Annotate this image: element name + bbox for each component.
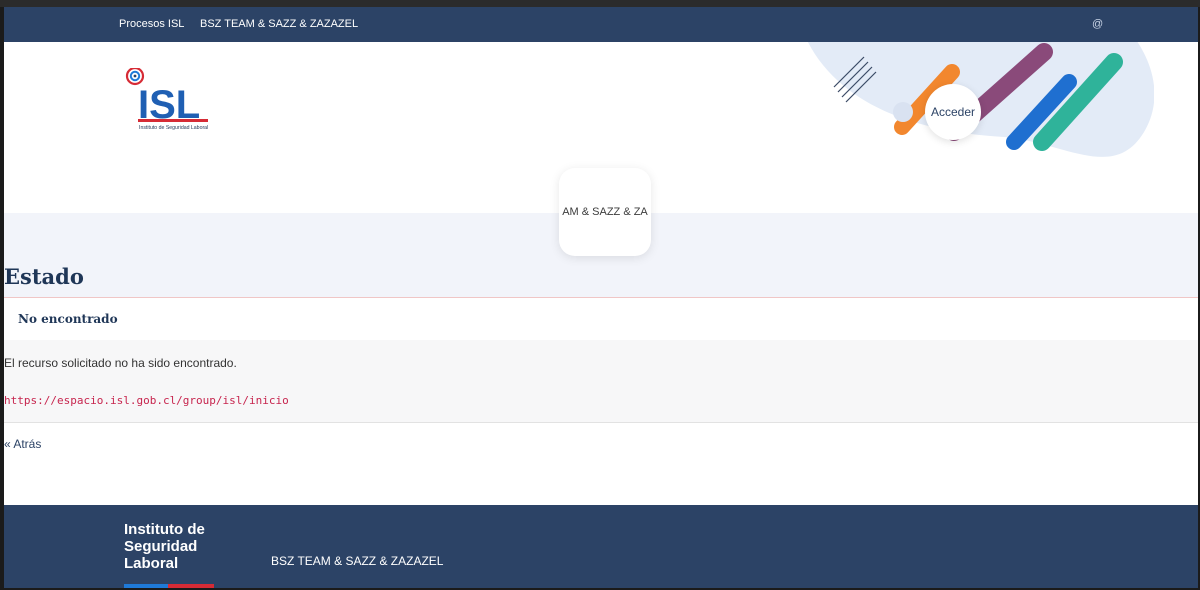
nav-link-procesos-isl[interactable]: Procesos ISL [119, 18, 184, 30]
footer-brand-line: Seguridad [124, 538, 198, 555]
footer-blue-stripe [124, 584, 168, 588]
isl-logo-icon: ISL Instituto de Seguridad Laboral [125, 66, 208, 131]
top-navigation-bar: Procesos ISL BSZ TEAM & SAZZ & ZAZAZEL @ [4, 7, 1198, 42]
decorative-dot [893, 102, 913, 122]
site-card-label: AM & SAZZ & ZA [562, 206, 648, 218]
back-link[interactable]: « Atrás [4, 437, 41, 451]
footer-brand-line: Instituto de [124, 521, 205, 538]
status-label: No encontrado [18, 312, 118, 326]
error-message: El recurso solicitado no ha sido encontr… [4, 356, 237, 370]
page-frame: Procesos ISL BSZ TEAM & SAZZ & ZAZAZEL @… [4, 7, 1198, 588]
browser-top-strip [0, 0, 1200, 7]
site-selector-card[interactable]: AM & SAZZ & ZA [559, 168, 651, 256]
site-footer: Instituto de Seguridad Laboral BSZ TEAM … [4, 505, 1198, 588]
isl-logo[interactable]: ISL Instituto de Seguridad Laboral [124, 66, 224, 138]
message-panel: El recurso solicitado no ha sido encontr… [4, 340, 1198, 423]
nav-link-team[interactable]: BSZ TEAM & SAZZ & ZAZAZEL [200, 18, 358, 30]
footer-brand-line: Laboral [124, 555, 179, 572]
at-icon[interactable]: @ [1092, 18, 1103, 30]
footer-team-link[interactable]: BSZ TEAM & SAZZ & ZAZAZEL [271, 554, 443, 568]
login-button[interactable]: Acceder [925, 84, 981, 140]
footer-red-stripe [168, 584, 214, 588]
footer-brand: Instituto de Seguridad Laboral [124, 521, 234, 572]
status-panel: No encontrado [4, 297, 1198, 341]
svg-text:Instituto de Seguridad Laboral: Instituto de Seguridad Laboral [139, 125, 208, 131]
page-title: Estado [4, 264, 84, 289]
requested-url: https://espacio.isl.gob.cl/group/isl/ini… [4, 394, 289, 407]
